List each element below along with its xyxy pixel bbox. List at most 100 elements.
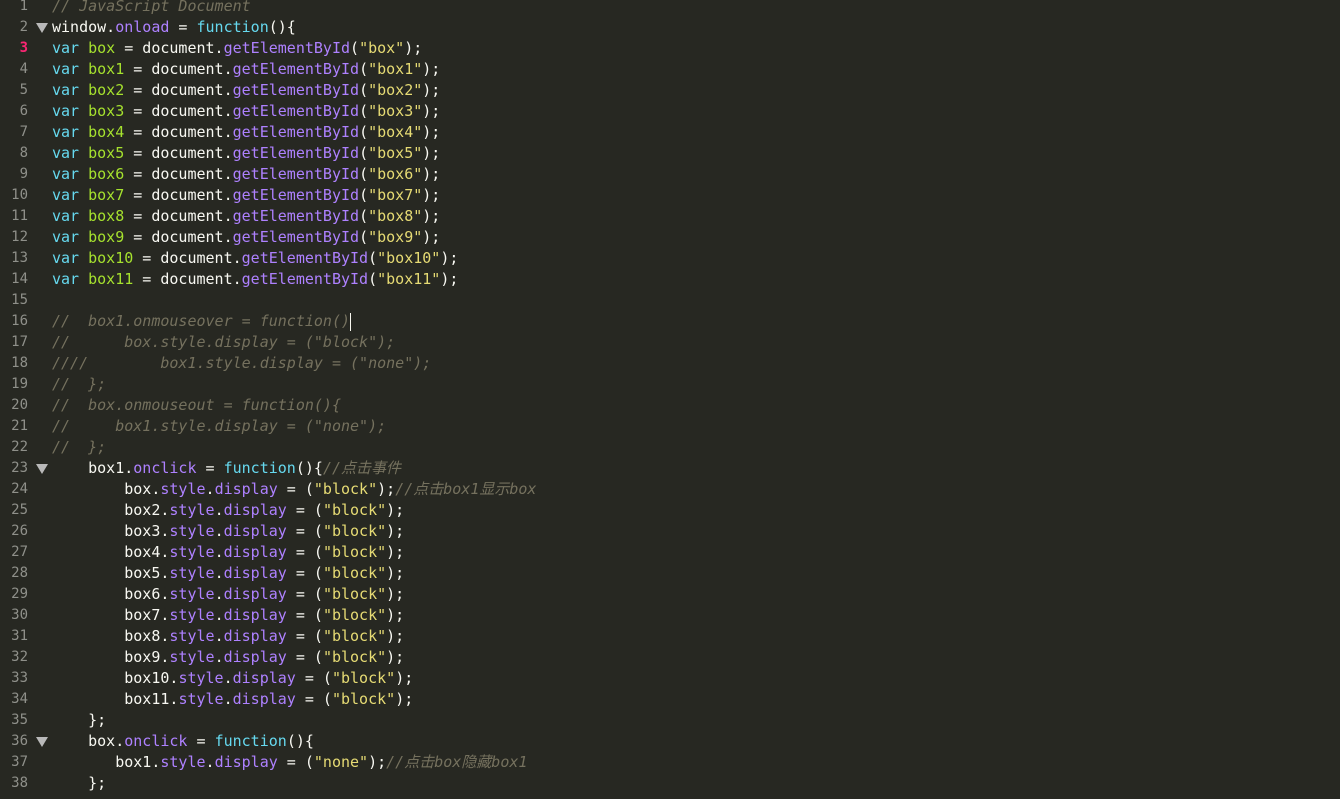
line-code[interactable]: box3.style.display = ("block"); (52, 521, 404, 542)
code-token: var (52, 186, 80, 204)
code-token: ( (368, 270, 378, 288)
code-token: display (223, 606, 287, 624)
fold-arrow-icon[interactable] (36, 23, 48, 33)
code-token: // box1.onmouseover = function() (52, 312, 351, 330)
line-number: 18 (11, 355, 28, 371)
code-token: "box2" (368, 81, 423, 99)
line-code[interactable]: // box.style.display = ("block"); (52, 332, 395, 353)
code-token: var (52, 102, 80, 120)
code-token: = ( (277, 480, 314, 498)
code-token: box1. (52, 459, 134, 477)
code-token: ); (386, 627, 405, 645)
code-token: box1 (88, 60, 125, 78)
line-code[interactable]: box1.onclick = function(){//点击事件 (52, 458, 401, 479)
line-code[interactable]: var box7 = document.getElementById("box7… (52, 185, 440, 206)
line-number: 35 (11, 712, 28, 728)
code-token: "box7" (368, 186, 423, 204)
code-token: "box6" (368, 165, 423, 183)
code-token: = document. (124, 207, 233, 225)
code-token: ); (422, 186, 441, 204)
code-token: box2. (52, 501, 170, 519)
code-token: var (52, 165, 80, 183)
code-token: getElementById (232, 123, 360, 141)
line-code[interactable]: box1.style.display = ("none");//点击box隐藏b… (52, 752, 527, 773)
code-token: getElementById (232, 144, 360, 162)
code-token: getElementById (232, 165, 360, 183)
code-token: //点击box隐藏box1 (386, 753, 528, 771)
fold-arrow-icon[interactable] (36, 464, 48, 474)
code-editor[interactable]: 1 // JavaScript Document 2 window.onload = … (0, 0, 1340, 795)
code-token: ); (422, 102, 441, 120)
line-code[interactable]: // }; (52, 374, 106, 395)
line-code[interactable]: box2.style.display = ("block"); (52, 500, 404, 521)
line-code[interactable]: box.onclick = function(){ (52, 731, 314, 752)
line-number: 4 (19, 61, 28, 77)
line-code[interactable]: // box1.onmouseover = function() (52, 311, 352, 332)
fold-arrow-icon[interactable] (36, 737, 48, 747)
line-code[interactable]: }; (52, 710, 106, 731)
line-code[interactable]: //// box1.style.display = ("none"); (52, 353, 431, 374)
code-token: box7. (52, 606, 170, 624)
line-code[interactable]: var box3 = document.getElementById("box3… (52, 101, 440, 122)
line-code[interactable]: var box6 = document.getElementById("box6… (52, 164, 440, 185)
code-token: var (52, 60, 80, 78)
line-code[interactable]: box9.style.display = ("block"); (52, 647, 404, 668)
line-code[interactable]: box.style.display = ("block");//点击box1显示… (52, 479, 536, 500)
line-code[interactable]: box5.style.display = ("block"); (52, 563, 404, 584)
code-token: = document. (133, 270, 242, 288)
line-code[interactable]: box6.style.display = ("block"); (52, 584, 404, 605)
line-code[interactable]: var box4 = document.getElementById("box4… (52, 122, 440, 143)
line-code[interactable]: // }; (52, 437, 106, 458)
code-token: // box1.style.display = ("none"); (52, 417, 387, 435)
code-token: = ( (286, 522, 323, 540)
line-code[interactable]: var box5 = document.getElementById("box5… (52, 143, 440, 164)
line-code[interactable]: var box11 = document.getElementById("box… (52, 269, 458, 290)
code-token: (){ (295, 459, 323, 477)
line-code[interactable]: // box1.style.display = ("none"); (52, 416, 386, 437)
code-token: "none" (313, 753, 369, 771)
line-code[interactable]: var box = document.getElementById("box")… (52, 38, 422, 59)
line-number: 27 (11, 544, 28, 560)
code-token: var (52, 123, 80, 141)
code-token: getElementById (232, 207, 360, 225)
code-token: onload (115, 18, 170, 36)
line-code[interactable]: box8.style.display = ("block"); (52, 626, 404, 647)
code-token: "box3" (368, 102, 423, 120)
code-token: = ( (286, 564, 323, 582)
line-code[interactable]: box11.style.display = ("block"); (52, 689, 413, 710)
code-token: display (223, 501, 287, 519)
line-number: 25 (11, 502, 28, 518)
line-code[interactable]: var box1 = document.getElementById("box1… (52, 59, 440, 80)
code-token: getElementById (232, 102, 360, 120)
line-code[interactable]: // box.onmouseout = function(){ (52, 395, 341, 416)
line-number: 28 (11, 565, 28, 581)
code-token: box8 (88, 207, 125, 225)
line-number: 12 (11, 229, 28, 245)
line-code[interactable]: box7.style.display = ("block"); (52, 605, 404, 626)
line-code[interactable]: box10.style.display = ("block"); (52, 668, 413, 689)
code-token: ); (386, 501, 405, 519)
code-token: = document. (124, 60, 233, 78)
line-code[interactable]: var box8 = document.getElementById("box8… (52, 206, 440, 227)
line-code[interactable]: // JavaScript Document (52, 0, 251, 17)
code-token: "block" (322, 501, 387, 519)
line-code[interactable]: window.onload = function(){ (52, 17, 296, 38)
code-token: onclick (133, 459, 197, 477)
line-number: 22 (11, 439, 28, 455)
code-token: getElementById (241, 249, 369, 267)
line-code[interactable]: var box10 = document.getElementById("box… (52, 248, 458, 269)
code-token: ); (404, 39, 423, 57)
code-token: . (223, 690, 233, 708)
line-code[interactable]: box4.style.display = ("block"); (52, 542, 404, 563)
code-token: "block" (322, 543, 387, 561)
line-code[interactable]: var box9 = document.getElementById("box9… (52, 227, 440, 248)
code-token: ( (359, 165, 369, 183)
code-token: = ( (286, 543, 323, 561)
code-token: var (52, 144, 80, 162)
line-code[interactable]: }; (52, 773, 106, 794)
line-code[interactable]: var box2 = document.getElementById("box2… (52, 80, 440, 101)
line-number: 9 (19, 166, 28, 182)
